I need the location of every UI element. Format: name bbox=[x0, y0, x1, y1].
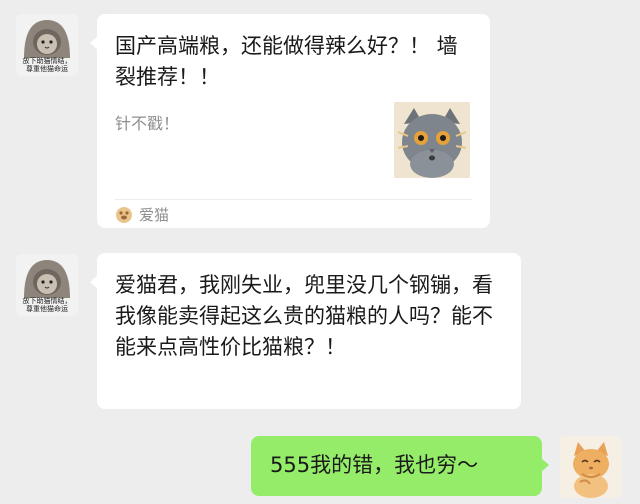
incoming-message-bubble[interactable]: 爱猫君，我刚失业，兜里没几个钢镚，看我像能卖得起这么贵的猫粮的人吗？能不能来点高… bbox=[90, 253, 521, 409]
sender-avatar[interactable]: 放下助猫情结， 尊重他猫命运 bbox=[16, 254, 78, 316]
cat-paw-logo-icon bbox=[116, 206, 132, 223]
gray-cat-surprised-icon bbox=[394, 102, 470, 178]
card-description: 针不戳！ bbox=[115, 114, 180, 133]
message-text: 爱猫君，我刚失业，兜里没几个钢镚，看我像能卖得起这么贵的猫粮的人吗？能不能来点高… bbox=[115, 273, 493, 359]
avatar-caption: 放下助猫情结， 尊重他猫命运 bbox=[22, 57, 72, 73]
avatar-caption: 放下助猫情结， 尊重他猫命运 bbox=[22, 297, 72, 313]
article-card[interactable]: 国产高端粮，还能做得辣么好？！ 墙裂推荐！！ 针不戳！ 爱猫 bbox=[90, 14, 490, 228]
source-label: 爱猫 bbox=[139, 206, 170, 224]
card-source[interactable]: 爱猫 bbox=[115, 204, 169, 225]
message-text: 555我的错，我也穷～ bbox=[270, 453, 479, 477]
card-title: 国产高端粮，还能做得辣么好？！ 墙裂推荐！！ bbox=[115, 34, 458, 89]
outgoing-message-bubble[interactable]: 555我的错，我也穷～ bbox=[251, 436, 549, 496]
self-avatar[interactable] bbox=[560, 436, 622, 498]
card-divider bbox=[115, 199, 472, 200]
sender-avatar[interactable]: 放下助猫情结， 尊重他猫命运 bbox=[16, 14, 78, 76]
orange-cat-avatar-icon bbox=[560, 436, 622, 498]
card-thumbnail bbox=[394, 102, 470, 178]
